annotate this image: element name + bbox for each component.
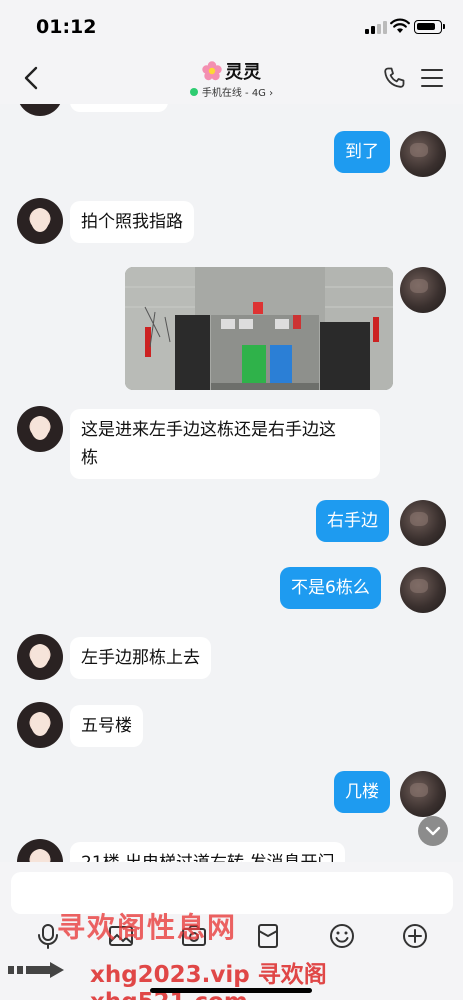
red-packet-icon[interactable]: [254, 922, 282, 950]
contact-status-text: 手机在线 - 4G: [201, 88, 266, 99]
signal-icon: [365, 21, 387, 34]
message-bubble[interactable]: 不是6栋么: [280, 567, 381, 609]
my-avatar[interactable]: [400, 567, 446, 613]
home-indicator: [150, 988, 312, 993]
image-message[interactable]: [125, 267, 393, 390]
message-bubble[interactable]: 左手边那栋上去: [70, 637, 211, 679]
plus-icon[interactable]: [401, 922, 429, 950]
message-bubble[interactable]: 到了: [334, 131, 390, 173]
message-bubble[interactable]: 右手边: [316, 500, 389, 542]
battery-icon: [414, 20, 445, 34]
contact-avatar[interactable]: [17, 104, 63, 116]
my-avatar[interactable]: [400, 267, 446, 313]
contact-avatar[interactable]: [17, 839, 63, 862]
message-bubble[interactable]: 21楼 出电梯过道右转 发消息开门: [70, 842, 346, 862]
phone-icon[interactable]: [382, 66, 406, 90]
arrow-icon: [8, 962, 64, 978]
contact-avatar[interactable]: [17, 406, 63, 452]
watermark-url: xhg2023.vip 寻欢阁xhg521.com: [90, 962, 327, 1000]
watermark-text: 寻欢阁性息网: [57, 911, 238, 944]
status-bar: 01:12: [0, 0, 463, 52]
scroll-down-button[interactable]: [418, 816, 448, 846]
my-avatar[interactable]: [400, 771, 446, 817]
message-bubble[interactable]: 几楼: [334, 771, 390, 813]
my-avatar[interactable]: [400, 131, 446, 177]
flower-emoji-icon: [202, 61, 222, 81]
chevron-right-icon: ›: [265, 88, 274, 99]
contact-avatar[interactable]: [17, 198, 63, 244]
chevron-down-icon: [425, 826, 441, 836]
message-bubble[interactable]: [70, 104, 168, 112]
message-bubble[interactable]: 这是进来左手边这栋还是右手边这 栋: [70, 409, 380, 479]
menu-icon[interactable]: [420, 66, 444, 90]
message-text-line: 这是进来左手边这栋还是右手边这: [81, 420, 336, 440]
message-text-line: 栋: [81, 448, 98, 468]
wifi-icon: [390, 18, 410, 33]
contact-avatar[interactable]: [17, 702, 63, 748]
message-bubble[interactable]: 五号楼: [70, 705, 143, 747]
status-time: 01:12: [36, 16, 97, 38]
building-photo: [125, 267, 393, 390]
contact-avatar[interactable]: [17, 634, 63, 680]
my-avatar[interactable]: [400, 500, 446, 546]
contact-name: 灵灵: [225, 62, 261, 83]
message-bubble[interactable]: 拍个照我指路: [70, 201, 194, 243]
input-area: 寻欢阁性息网 xhg2023.vip 寻欢阁xhg521.com: [0, 862, 463, 1000]
message-list[interactable]: 到了 拍个照我指路 这是进来左手边这栋还是右手边这 栋 右手边 不是6栋么 左手…: [0, 104, 463, 862]
emoji-icon[interactable]: [328, 922, 356, 950]
battery-level: [417, 23, 435, 30]
online-dot-icon: [189, 88, 198, 96]
chat-header: 灵灵 手机在线 - 4G ›: [0, 52, 463, 104]
